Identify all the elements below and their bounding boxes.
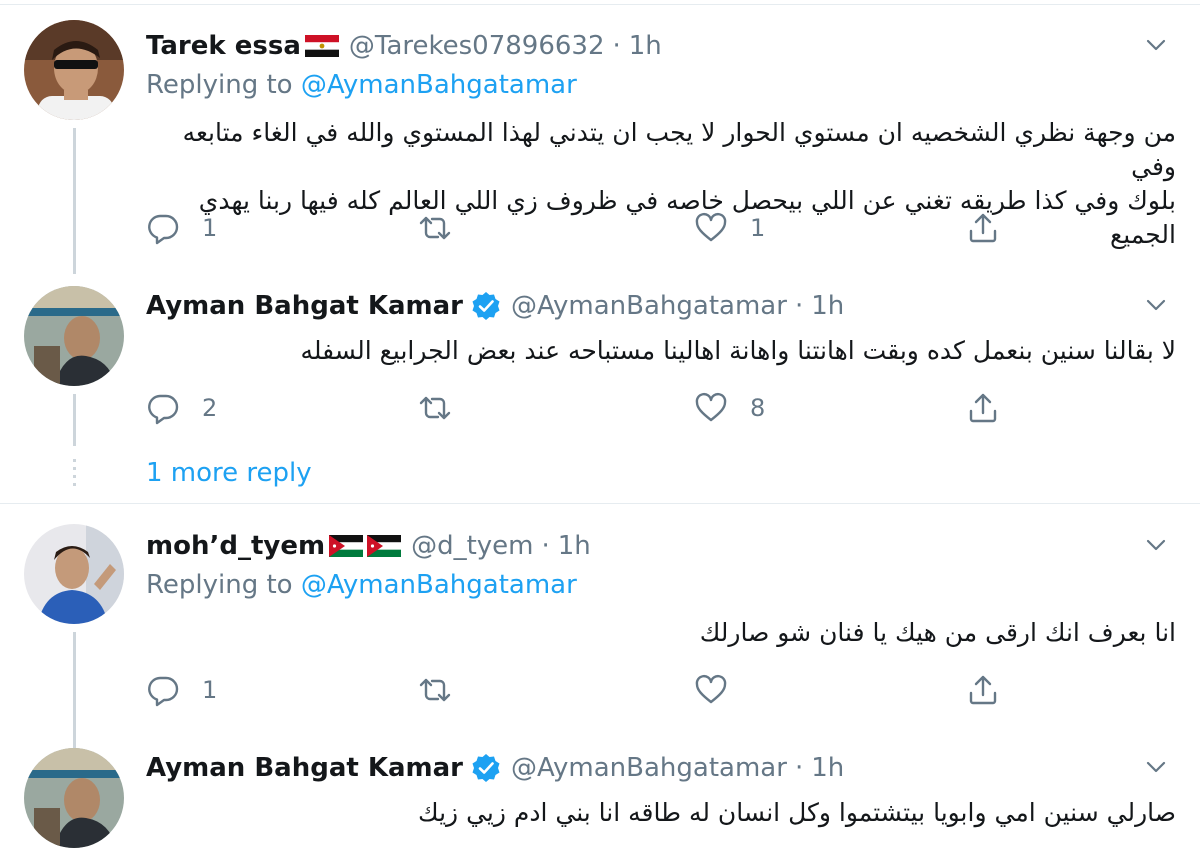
reply-button[interactable]: 1 [146, 208, 217, 248]
display-name[interactable]: moh’d_tyem [146, 531, 325, 561]
replying-to-mention[interactable]: @AymanBahgatamar [301, 570, 577, 600]
retweet-icon [418, 211, 452, 245]
egypt-flag-icon [304, 35, 339, 57]
twitter-replies-thread: Tarek essa @Tarekes07896632 · 1h Replyin… [0, 0, 1200, 849]
verified-badge-icon [471, 753, 501, 783]
avatar-tarek-essa[interactable] [24, 20, 124, 120]
retweet-icon [418, 673, 452, 707]
like-button[interactable]: 8 [694, 388, 765, 428]
heart-icon [694, 673, 728, 707]
reply-icon [146, 211, 180, 245]
reply-count: 1 [202, 676, 218, 704]
retweet-icon [418, 391, 452, 425]
user-handle[interactable]: @AymanBahgatamar [511, 291, 787, 321]
chevron-down-icon[interactable] [1141, 752, 1171, 782]
heart-icon [694, 391, 728, 425]
jordan-flag-icon [329, 535, 364, 557]
retweet-button[interactable] [418, 670, 474, 710]
tweet-time[interactable]: 1h [629, 31, 662, 61]
like-button[interactable] [694, 670, 750, 710]
reply-count: 1 [202, 214, 218, 242]
retweet-button[interactable] [418, 388, 474, 428]
tweet-time[interactable]: 1h [811, 753, 844, 783]
reply-count: 2 [202, 394, 218, 422]
tweet-text-line: صارلي سنين امي وابويا بيتشتموا وكل انسان… [418, 798, 1176, 827]
replying-prefix: Replying to [146, 570, 293, 600]
display-name[interactable]: Tarek essa [146, 31, 301, 61]
separator-dot: · [794, 291, 804, 321]
display-name[interactable]: Ayman Bahgat Kamar [146, 291, 463, 321]
more-reply-link[interactable]: 1 more reply [146, 458, 312, 488]
like-count: 8 [750, 394, 766, 422]
heart-icon [694, 211, 728, 245]
share-icon [966, 673, 1000, 707]
separator-dot: · [794, 753, 804, 783]
divider [0, 4, 1200, 5]
like-button[interactable]: 1 [694, 208, 765, 248]
retweet-button[interactable] [418, 208, 474, 248]
verified-badge-icon [471, 291, 501, 321]
tweet-text-line: لا بقالنا سنين بنعمل كده وبقت اهانتنا وا… [300, 336, 1176, 365]
share-button[interactable] [966, 388, 1000, 428]
chevron-down-icon[interactable] [1141, 290, 1171, 320]
avatar-mohd-tyem[interactable] [24, 524, 124, 624]
replying-to-mention[interactable]: @AymanBahgatamar [301, 70, 577, 100]
like-count: 1 [750, 214, 766, 242]
tweet-text-line: من وجهة نظري الشخصيه ان مستوي الحوار لا … [182, 118, 1176, 181]
jordan-flag-icon [367, 535, 402, 557]
tweet-actions: 1 1 [146, 208, 1006, 248]
user-handle[interactable]: @Tarekes07896632 [349, 31, 605, 61]
reply-button[interactable]: 2 [146, 388, 217, 428]
tweet-header: Ayman Bahgat Kamar @AymanBahgatamar · 1h [146, 748, 844, 788]
display-name[interactable]: Ayman Bahgat Kamar [146, 753, 463, 783]
reply-button[interactable]: 1 [146, 670, 217, 710]
replying-to-line: Replying to @AymanBahgatamar [146, 70, 577, 100]
reply-icon [146, 391, 180, 425]
tweet-time[interactable]: 1h [558, 531, 591, 561]
tweet-text: انا بعرف انك ارقى من هيك يا فنان شو صارل… [146, 616, 1176, 650]
user-handle[interactable]: @AymanBahgatamar [511, 753, 787, 783]
tweet-header: Ayman Bahgat Kamar @AymanBahgatamar · 1h [146, 286, 844, 326]
tweet-actions: 2 8 [146, 388, 1006, 428]
tweet-actions: 1 [146, 670, 1006, 710]
tweet-text: صارلي سنين امي وابويا بيتشتموا وكل انسان… [146, 796, 1176, 830]
reply-icon [146, 673, 180, 707]
thread-dots [73, 459, 76, 491]
separator-dot: · [612, 31, 621, 61]
tweet-header: Tarek essa @Tarekes07896632 · 1h [146, 26, 662, 66]
tweet-header: moh’d_tyem @d_tyem · 1h [146, 526, 591, 566]
tweet-text-line: انا بعرف انك ارقى من هيك يا فنان شو صارل… [699, 618, 1176, 647]
separator-dot: · [541, 531, 550, 561]
avatar-ayman-bahgat[interactable] [24, 286, 124, 386]
divider [0, 503, 1200, 504]
user-handle[interactable]: @d_tyem [411, 531, 533, 561]
chevron-down-icon[interactable] [1141, 530, 1171, 560]
chevron-down-icon[interactable] [1141, 30, 1171, 60]
replying-prefix: Replying to [146, 70, 293, 100]
tweet-time[interactable]: 1h [811, 291, 844, 321]
share-button[interactable] [966, 208, 1000, 248]
thread-line [73, 128, 76, 274]
replying-to-line: Replying to @AymanBahgatamar [146, 570, 577, 600]
avatar-ayman-bahgat[interactable] [24, 748, 124, 848]
share-button[interactable] [966, 670, 1000, 710]
share-icon [966, 211, 1000, 245]
share-icon [966, 391, 1000, 425]
tweet-text: لا بقالنا سنين بنعمل كده وبقت اهانتنا وا… [146, 334, 1176, 368]
thread-line [73, 632, 76, 748]
thread-line [73, 394, 76, 446]
